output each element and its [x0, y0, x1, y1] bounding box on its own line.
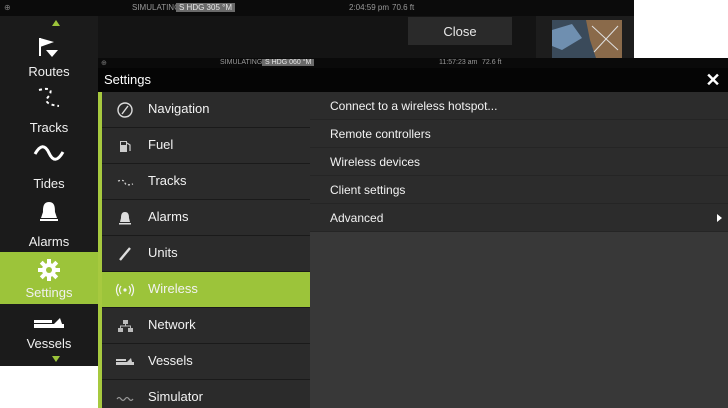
menu-item-label: Fuel: [148, 137, 174, 152]
gear-icon: [38, 259, 60, 281]
scroll-down-icon[interactable]: [52, 356, 60, 362]
sidebar-item-tides[interactable]: Tides: [0, 142, 98, 194]
settings-heading-badge: S HDG 060 °M: [262, 59, 315, 66]
compass-icon: [117, 102, 133, 118]
network-icon: [118, 320, 133, 332]
option-client-settings[interactable]: Client settings: [310, 176, 728, 204]
option-label: Client settings: [330, 183, 406, 197]
back-time: 2:04:59 pm: [349, 3, 390, 12]
status-icon: ⊕: [4, 3, 11, 12]
menu-item-alarms[interactable]: Alarms: [102, 200, 310, 236]
simulator-icon: [116, 396, 134, 402]
menu-item-label: Network: [148, 317, 196, 332]
back-depth: 70.6 ft: [392, 3, 415, 12]
settings-window: ⊕ SIMULATING... S HDG 060 °M 11:57:23 am…: [98, 58, 728, 408]
wireless-options-panel: Connect to a wireless hotspot... Remote …: [310, 92, 728, 408]
menu-item-label: Vessels: [148, 353, 193, 368]
status-icon: ⊕: [101, 60, 107, 67]
close-icon[interactable]: ✕: [702, 70, 724, 90]
sidebar-item-label: Settings: [25, 285, 73, 300]
vessels-icon: [34, 318, 64, 328]
routes-icon: [39, 38, 58, 57]
option-advanced[interactable]: Advanced: [310, 204, 728, 232]
sidebar-item-settings[interactable]: Settings: [0, 252, 98, 304]
alarm-bell-icon: [119, 212, 131, 225]
settings-status-bar: ⊕ SIMULATING... S HDG 060 °M 11:57:23 am…: [98, 58, 728, 68]
menu-item-label: Simulator: [148, 389, 203, 404]
option-label: Connect to a wireless hotspot...: [330, 99, 498, 113]
sidebar-item-label: Tides: [33, 176, 65, 191]
ruler-icon: [119, 247, 131, 261]
menu-item-label: Units: [148, 245, 178, 260]
back-heading-badge: S HDG 305 °M: [176, 3, 235, 12]
menu-item-label: Navigation: [148, 101, 210, 116]
menu-item-navigation[interactable]: Navigation: [102, 92, 310, 128]
option-remote-controllers[interactable]: Remote controllers: [310, 120, 728, 148]
settings-sim-label: SIMULATING...: [220, 59, 269, 66]
option-label: Wireless devices: [330, 155, 421, 169]
sidebar-item-tracks[interactable]: Tracks: [0, 86, 98, 138]
sidebar-item-label: Alarms: [28, 234, 70, 249]
sidebar-item-label: Vessels: [26, 336, 72, 351]
settings-title-bar: Settings: [98, 68, 728, 92]
map-thumbnail-icon: [552, 20, 622, 58]
settings-depth: 72.6 ft: [482, 59, 502, 66]
sidebar-item-label: Routes: [28, 64, 70, 79]
menu-item-label: Tracks: [148, 173, 187, 188]
alarm-bell-icon: [40, 202, 58, 221]
page-title: Settings: [104, 72, 151, 87]
menu-item-network[interactable]: Network: [102, 308, 310, 344]
tracks-icon: [38, 87, 60, 107]
menu-item-label: Alarms: [148, 209, 189, 224]
sidebar-item-vessels[interactable]: Vessels: [0, 316, 98, 362]
menu-item-units[interactable]: Units: [102, 236, 310, 272]
back-status-bar: ⊕ SIMULATING... S HDG 305 °M 2:04:59 pm …: [0, 0, 634, 16]
vessels-icon: [116, 358, 134, 365]
chevron-right-icon: [717, 214, 722, 222]
scroll-up-icon[interactable]: [52, 20, 60, 26]
tides-icon: [33, 145, 65, 161]
option-wireless-devices[interactable]: Wireless devices: [310, 148, 728, 176]
sidebar-item-alarms[interactable]: Alarms: [0, 200, 98, 250]
tracks-icon: [117, 179, 134, 186]
fuel-pump-icon: [120, 141, 131, 152]
option-label: Remote controllers: [330, 127, 431, 141]
menu-item-fuel[interactable]: Fuel: [102, 128, 310, 164]
menu-item-vessels[interactable]: Vessels: [102, 344, 310, 380]
option-connect-hotspot[interactable]: Connect to a wireless hotspot...: [310, 92, 728, 120]
sidebar-item-label: Tracks: [29, 120, 69, 135]
option-label: Advanced: [330, 211, 384, 225]
menu-item-wireless[interactable]: Wireless: [102, 272, 310, 308]
sidebar-item-routes[interactable]: Routes: [0, 36, 98, 84]
menu-item-simulator[interactable]: Simulator: [102, 380, 310, 408]
menu-item-tracks[interactable]: Tracks: [102, 164, 310, 200]
menu-item-label: Wireless: [148, 281, 198, 296]
wireless-icon: [115, 283, 135, 297]
settings-time: 11:57:23 am: [439, 59, 478, 66]
map-thumbnail[interactable]: [536, 16, 634, 58]
back-close-button[interactable]: Close: [408, 17, 512, 45]
